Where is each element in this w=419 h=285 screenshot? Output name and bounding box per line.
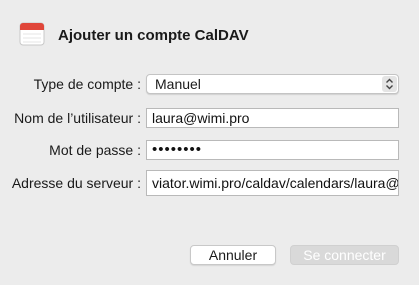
password-label: Mot de passe :: [49, 142, 141, 158]
username-field[interactable]: laura@wimi.pro: [146, 108, 399, 128]
server-address-label: Adresse du serveur :: [11, 175, 141, 191]
dialog-title: Ajouter un compte CalDAV: [58, 27, 249, 44]
username-label: Nom de l’utilisateur :: [14, 110, 141, 126]
account-type-value: Manuel: [155, 76, 201, 92]
calendar-icon: [19, 22, 45, 46]
cancel-button[interactable]: Annuler: [190, 245, 276, 265]
chevron-updown-icon[interactable]: [382, 76, 397, 92]
connect-button[interactable]: Se connecter: [290, 245, 399, 265]
account-type-label: Type de compte :: [33, 76, 141, 92]
account-type-select[interactable]: Manuel: [146, 74, 399, 94]
server-address-field[interactable]: viator.wimi.pro/caldav/calendars/laura@w: [146, 170, 399, 196]
password-field[interactable]: ••••••••: [146, 140, 399, 160]
